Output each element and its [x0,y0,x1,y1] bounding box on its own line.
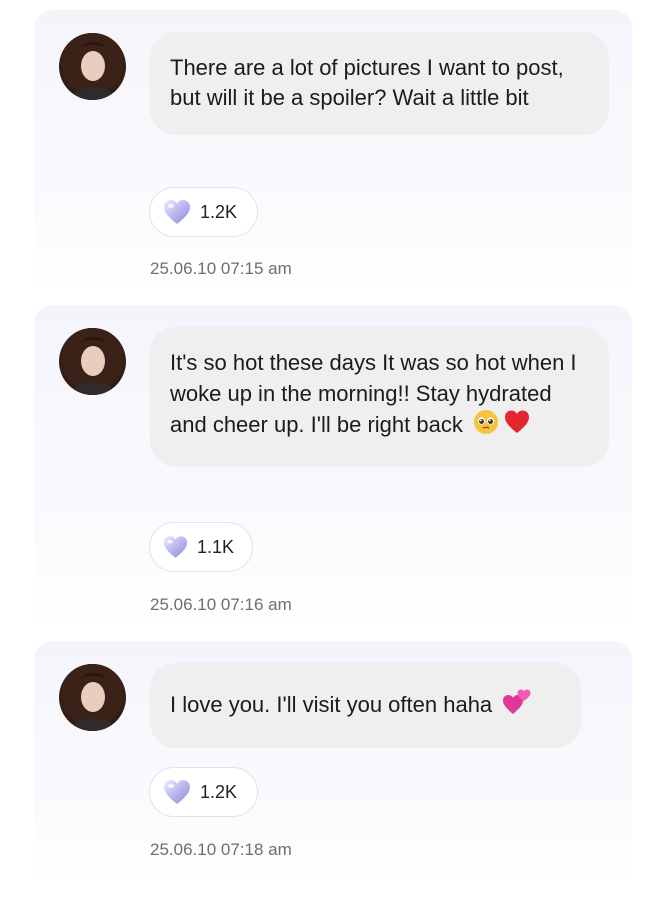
message-bubble: I love you. I'll visit you often haha [150,663,581,748]
message-bubble: There are a lot of pictures I want to po… [150,32,609,135]
like-count: 1.1K [196,536,234,557]
timestamp: 25.06.10 07:15 am [150,259,292,278]
pleading-face-icon [473,409,499,443]
like-count: 1.2K [200,201,238,222]
avatar[interactable] [59,664,126,731]
red-heart-icon [503,409,531,443]
message-bubble: It's so hot these days It was so hot whe… [150,327,609,468]
message-text: There are a lot of pictures I want to po… [170,55,564,110]
avatar[interactable] [59,328,126,395]
heart-icon [163,536,188,558]
heart-icon [164,200,190,224]
timestamp: 25.06.10 07:16 am [150,595,292,614]
like-count: 1.2K [200,781,238,802]
like-button[interactable]: 1.2K [149,187,258,237]
message-feed: There are a lot of pictures I want to po… [0,0,667,900]
heart-icon [164,780,190,804]
message-text: I love you. I'll visit you often haha [170,691,493,717]
timestamp: 25.06.10 07:18 am [150,840,292,859]
post-card: I love you. I'll visit you often haha 1.… [34,641,632,886]
like-button[interactable]: 1.2K [149,767,258,817]
like-button[interactable]: 1.1K [149,522,253,572]
avatar[interactable] [59,33,126,100]
post-card: There are a lot of pictures I want to po… [34,10,632,296]
two-hearts-icon [502,688,532,724]
post-card: It's so hot these days It was so hot whe… [34,305,632,631]
